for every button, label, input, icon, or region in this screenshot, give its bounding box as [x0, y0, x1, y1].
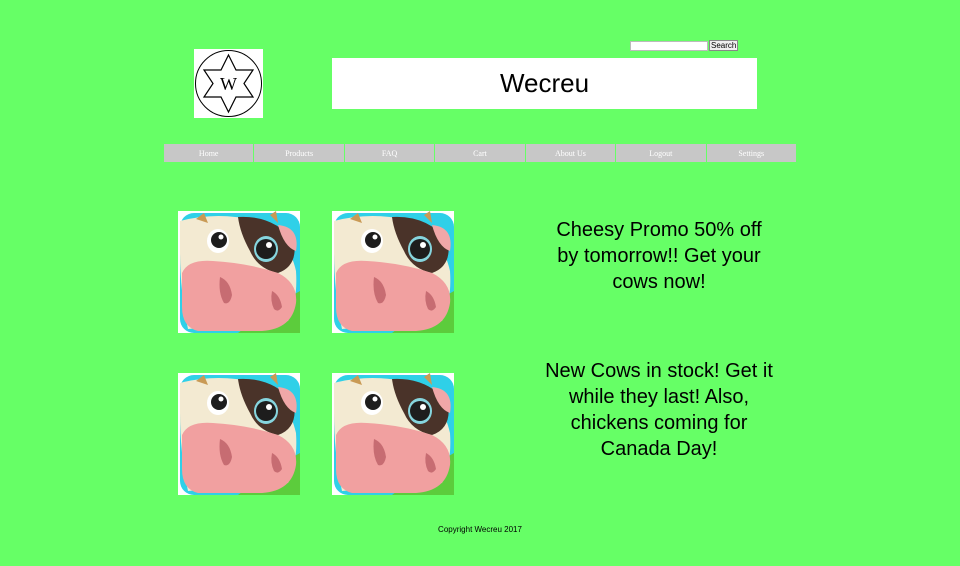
cow-product-image[interactable] — [178, 373, 300, 495]
cow-face-icon — [180, 211, 300, 333]
nav-item-faq[interactable]: FAQ — [344, 144, 435, 162]
nav-item-logout[interactable]: Logout — [616, 144, 706, 162]
search-bar: Search — [630, 40, 739, 51]
cow-face-icon — [334, 373, 454, 495]
nav-item-cart[interactable]: Cart — [435, 144, 525, 162]
star-logo-icon: W — [195, 50, 262, 117]
cow-face-icon — [180, 373, 300, 495]
logo-letter: W — [220, 74, 237, 94]
nav-item-home[interactable]: Home — [164, 144, 254, 162]
cow-product-image[interactable] — [332, 373, 454, 495]
main-nav: Home Products FAQ Cart About Us Logout S… — [164, 144, 796, 162]
search-input[interactable] — [630, 40, 708, 51]
copyright-footer: Copyright Wecreu 2017 — [438, 525, 522, 534]
promo-text: Cheesy Promo 50% off by tomorrow!! Get y… — [556, 219, 762, 293]
search-button[interactable]: Search — [709, 40, 739, 51]
nav-item-settings[interactable]: Settings — [706, 144, 796, 162]
site-logo[interactable]: W — [194, 49, 263, 118]
promo-text: New Cows in stock! Get it while they las… — [545, 360, 773, 460]
site-title-banner: Wecreu — [332, 58, 757, 109]
nav-item-products[interactable]: Products — [254, 144, 344, 162]
page: Search W Wecreu Home Products FAQ Cart A… — [0, 0, 960, 566]
cow-product-image[interactable] — [332, 211, 454, 333]
site-title: Wecreu — [499, 68, 590, 98]
cow-product-image[interactable] — [178, 211, 300, 333]
cow-face-icon — [334, 211, 454, 333]
nav-item-about-us[interactable]: About Us — [525, 144, 616, 162]
